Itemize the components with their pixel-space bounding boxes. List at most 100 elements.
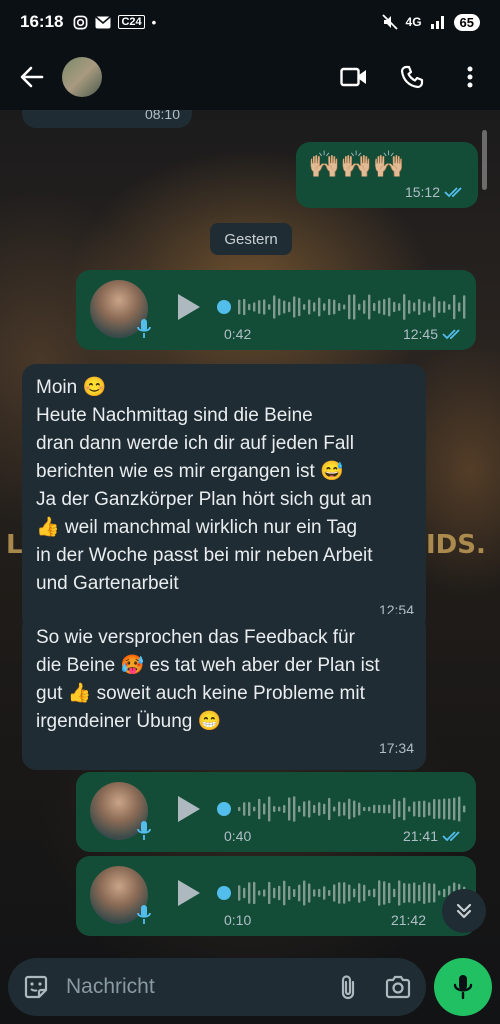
waveform-bar (243, 802, 246, 816)
waveform-bar (463, 805, 466, 813)
message-composer[interactable]: Nachricht (8, 958, 426, 1016)
message-time: 21:41 (402, 828, 438, 844)
message-time: 21:42 (390, 912, 426, 928)
waveform-bar (348, 294, 351, 320)
chat-messages[interactable]: 08:10 🙌🏼🙌🏼🙌🏼 15:12 Gestern 0:42 12:45 Mo… (0, 110, 500, 950)
waveform-bar (398, 303, 401, 311)
voice-message[interactable]: 0:42 12:45 (76, 270, 476, 350)
battery-level: 65 (453, 13, 480, 31)
waveform-bar (393, 798, 396, 820)
waveform-bar (418, 298, 421, 316)
waveform-bar (278, 298, 281, 316)
mail-icon (95, 15, 112, 28)
waveform-bar (428, 802, 431, 816)
waveform[interactable] (216, 878, 466, 908)
attach-icon[interactable] (338, 973, 358, 1001)
waveform-bar (353, 800, 356, 818)
waveform-bar (383, 298, 386, 316)
waveform[interactable] (216, 292, 466, 322)
waveform-bar (398, 800, 401, 818)
waveform-bar (393, 888, 396, 898)
video-camera-icon (340, 67, 366, 87)
waveform-bar (363, 884, 366, 902)
waveform-bar (318, 297, 321, 317)
waveform-bar (388, 804, 391, 814)
waveform-bar (338, 303, 341, 311)
waveform-bar (368, 889, 371, 897)
waveform-bar (448, 304, 451, 310)
read-ticks-icon (444, 187, 462, 198)
message-bubble-incoming[interactable]: Moin 😊 Heute Nachmittag sind die Beine d… (22, 364, 426, 632)
waveform-bar (248, 882, 251, 904)
waveform-bar (433, 296, 436, 318)
waveform-bar (323, 803, 326, 815)
back-button[interactable] (16, 61, 48, 93)
message-bubble-outgoing[interactable]: 🙌🏼🙌🏼🙌🏼 15:12 (296, 142, 478, 208)
message-bubble-partial[interactable]: 08:10 (22, 110, 192, 128)
waveform-bar (458, 302, 461, 312)
waveform-bar (263, 889, 266, 897)
waveform-bar (378, 804, 381, 814)
message-line: und Gartenarbeit (36, 573, 179, 594)
record-voice-button[interactable] (434, 958, 492, 1016)
waveform-bar (273, 295, 276, 319)
waveform-bar (453, 294, 456, 320)
waveform-bar (408, 300, 411, 314)
waveform-bar (298, 805, 301, 813)
waveform-bar (278, 885, 281, 901)
playhead[interactable] (217, 300, 231, 314)
waveform-bar (453, 797, 456, 821)
contact-avatar[interactable] (62, 57, 102, 97)
waveform-bar (258, 300, 261, 314)
microphone-icon (137, 319, 151, 338)
playhead[interactable] (217, 802, 231, 816)
waveform-bar (238, 299, 241, 315)
message-line: berichten wie es mir ergangen ist 😅 (36, 461, 344, 482)
waveform-bar (378, 880, 381, 906)
waveform-bar (408, 806, 411, 812)
microphone-icon (137, 821, 151, 840)
message-bubble-incoming[interactable]: So wie versprochen das Feedback für die … (22, 614, 426, 770)
message-line: irgendeiner Übung 😁 (36, 711, 222, 732)
waveform-bar (443, 888, 446, 898)
waveform-bar (258, 890, 261, 896)
message-line: 👍 weil manchmal wirklich nur ein Tag (36, 517, 358, 538)
waveform-bar (463, 295, 466, 319)
waveform-bar (323, 303, 326, 311)
waveform-bar (283, 880, 286, 906)
waveform-bar (428, 303, 431, 311)
waveform-bar (373, 888, 376, 898)
sticker-icon[interactable] (22, 973, 50, 1001)
play-icon[interactable] (176, 878, 202, 908)
video-call-button[interactable] (340, 63, 368, 91)
more-vert-icon (467, 66, 473, 88)
waveform-bar (268, 881, 271, 905)
waveform-bar (333, 299, 336, 315)
scrollbar[interactable] (482, 130, 487, 190)
waveform-bar (458, 796, 461, 822)
message-input[interactable]: Nachricht (66, 975, 338, 999)
waveform-bar (413, 302, 416, 312)
playhead[interactable] (217, 886, 231, 900)
waveform-bar (408, 883, 411, 903)
message-line: dran dann werde ich dir auf jeden Fall (36, 433, 354, 454)
message-time: 15:12 (404, 184, 440, 200)
waveform-bar (338, 801, 341, 817)
waveform-bar (273, 887, 276, 899)
voice-call-button[interactable] (398, 63, 426, 91)
scroll-to-bottom-button[interactable] (442, 889, 486, 933)
voice-message[interactable]: 0:10 21:42 (76, 856, 476, 936)
play-icon[interactable] (176, 794, 202, 824)
waveform-bar (348, 884, 351, 902)
waveform[interactable] (216, 794, 466, 824)
camera-icon[interactable] (384, 975, 412, 999)
more-options-button[interactable] (456, 63, 484, 91)
waveform-bar (398, 880, 401, 906)
date-separator: Gestern (210, 223, 292, 255)
voice-message[interactable]: 0:40 21:41 (76, 772, 476, 852)
waveform-bar (243, 887, 246, 899)
status-bar: 16:18 C24 • 4G 65 (0, 0, 500, 44)
instagram-icon (74, 15, 88, 29)
waveform-bar (238, 806, 241, 812)
play-icon[interactable] (176, 292, 202, 322)
